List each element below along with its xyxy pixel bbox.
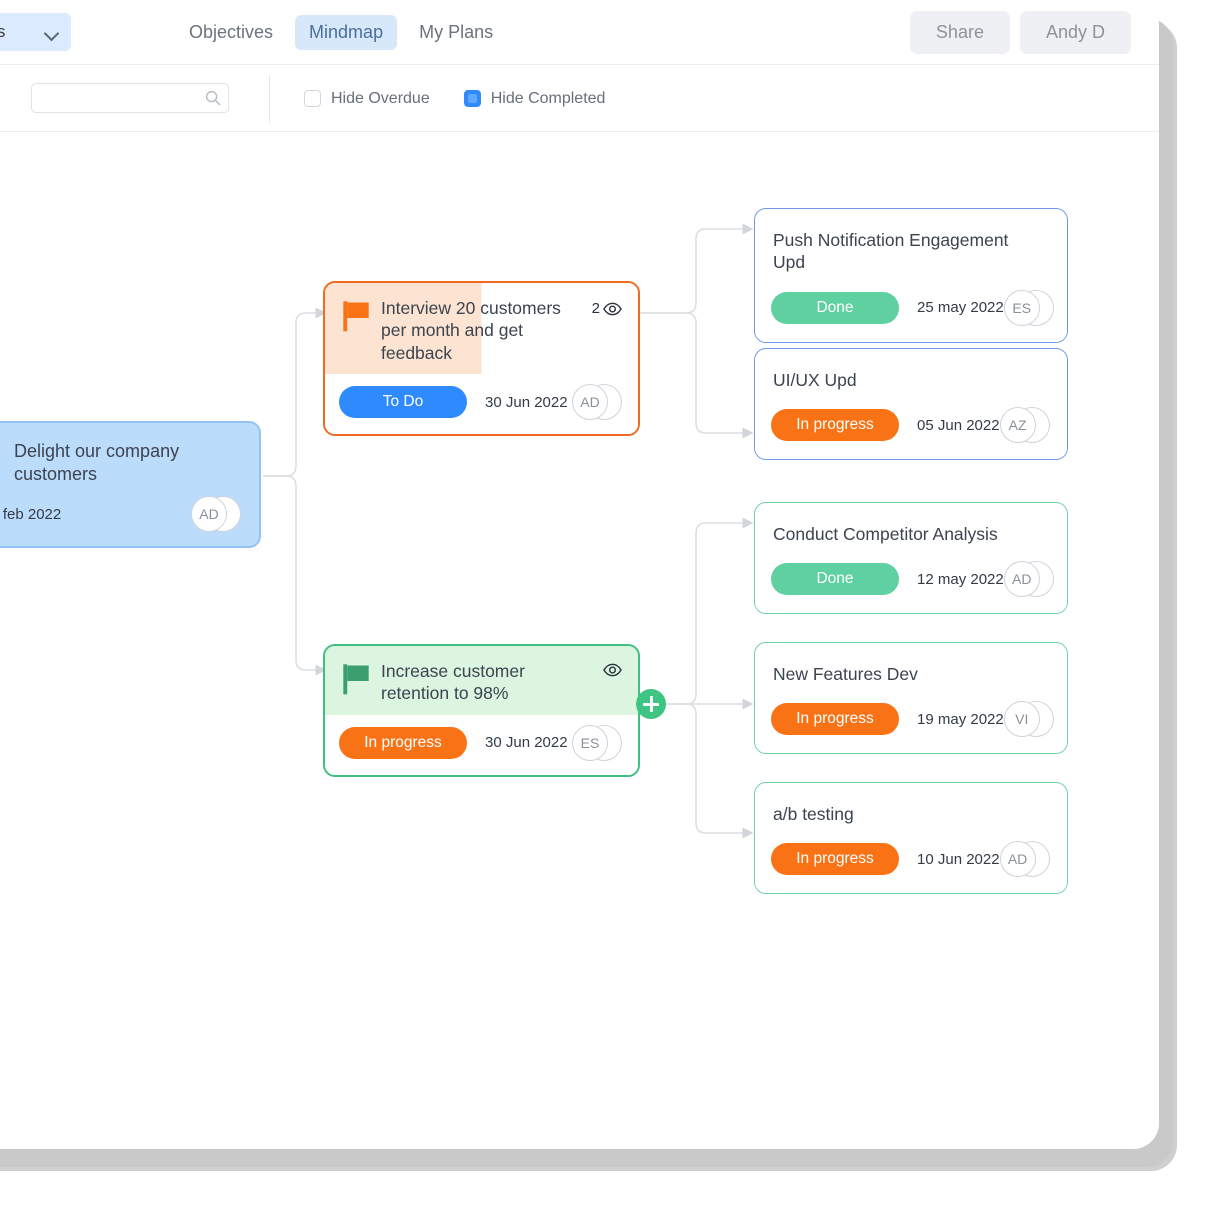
avatar: AZ xyxy=(999,407,1036,444)
status-badge[interactable]: Done xyxy=(771,563,899,596)
task-card-new-features[interactable]: New Features Dev In progress 19 may 2022… xyxy=(754,642,1068,755)
task-card-header: Push Notification Engagement Upd xyxy=(755,209,1067,280)
avatar: AD xyxy=(999,841,1036,878)
task-card-header: UI/UX Upd xyxy=(755,349,1067,397)
root-node-date: 18 feb 2022 xyxy=(0,505,62,523)
search-icon xyxy=(205,90,221,106)
task-card-footer: Done 25 may 2022 ES xyxy=(755,279,1067,342)
toolbar-divider xyxy=(269,75,270,123)
objective-interview-watchers[interactable]: 2 xyxy=(592,300,622,317)
filter-dropdown-label: iers xyxy=(0,22,6,41)
top-navigation-bar: iers Objectives Mindmap My Plans Share A… xyxy=(0,0,1159,65)
root-node-title: Delight our company customers xyxy=(14,441,180,485)
objective-interview-avatars[interactable]: AD xyxy=(572,384,624,421)
objective-interview-header: Interview 20 customers per month and get… xyxy=(325,283,638,375)
objective-interview-title: Interview 20 customers per month and get… xyxy=(381,298,561,363)
app-window: iers Objectives Mindmap My Plans Share A… xyxy=(0,0,1159,1149)
checkbox-hide-completed-box[interactable] xyxy=(463,90,481,107)
root-node-header: Delight our company customers xyxy=(0,423,259,496)
objective-retention-title: Increase customer retention to 98% xyxy=(381,661,525,704)
tab-bar: Objectives Mindmap My Plans xyxy=(175,0,507,65)
avatar: VI xyxy=(1003,701,1040,738)
mindmap-canvas[interactable]: Delight our company customers 18 feb 202… xyxy=(0,133,1159,1149)
tab-mindmap[interactable]: Mindmap xyxy=(295,15,398,50)
objective-node-interview[interactable]: Interview 20 customers per month and get… xyxy=(323,281,640,437)
task-card-date: 12 may 2022 xyxy=(917,570,1004,588)
status-badge[interactable]: To Do xyxy=(339,386,467,419)
watch-count: 2 xyxy=(591,300,600,317)
status-badge[interactable]: In progress xyxy=(771,409,899,442)
root-node-footer: 18 feb 2022 AD xyxy=(0,496,259,546)
task-card-date: 05 Jun 2022 xyxy=(917,416,1000,434)
task-card-competitor-analysis[interactable]: Conduct Competitor Analysis Done 12 may … xyxy=(754,502,1068,615)
task-card-avatars[interactable]: AD xyxy=(1003,561,1056,598)
share-button[interactable]: Share xyxy=(909,11,1010,54)
add-child-node-button[interactable] xyxy=(636,689,666,719)
avatar: AD xyxy=(572,384,608,421)
task-card-ui-ux[interactable]: UI/UX Upd In progress 05 Jun 2022 AZ xyxy=(754,348,1068,461)
task-card-ab-testing[interactable]: a/b testing In progress 10 Jun 2022 AD xyxy=(754,782,1068,895)
task-card-footer: In progress 19 may 2022 VI xyxy=(755,691,1067,754)
objective-retention-date: 30 Jun 2022 xyxy=(485,734,568,752)
task-card-header: New Features Dev xyxy=(755,643,1067,691)
checkbox-hide-overdue[interactable]: Hide Overdue xyxy=(304,90,430,108)
task-card-title: Push Notification Engagement Upd xyxy=(773,230,1009,273)
search-input[interactable] xyxy=(32,84,202,112)
checkbox-hide-overdue-box[interactable] xyxy=(304,90,321,107)
task-card-avatars[interactable]: AZ xyxy=(999,407,1052,444)
search-box[interactable] xyxy=(31,83,229,113)
avatar: ES xyxy=(572,724,608,761)
mindmap-root-node[interactable]: Delight our company customers 18 feb 202… xyxy=(0,421,261,549)
user-menu-button[interactable]: Andy D xyxy=(1019,11,1131,54)
task-card-date: 10 Jun 2022 xyxy=(917,850,1000,868)
eye-icon xyxy=(603,663,622,677)
root-node-avatars[interactable]: AD xyxy=(191,496,243,533)
task-card-title: New Features Dev xyxy=(773,664,918,684)
status-badge[interactable]: In progress xyxy=(339,726,467,759)
checkbox-group: Hide Overdue Hide Completed xyxy=(304,65,605,132)
task-card-header: a/b testing xyxy=(755,783,1067,831)
status-badge[interactable]: Done xyxy=(771,291,899,324)
flag-icon xyxy=(343,664,369,695)
status-badge[interactable]: In progress xyxy=(771,703,899,736)
objective-interview-date: 30 Jun 2022 xyxy=(485,393,568,411)
checkbox-hide-completed[interactable]: Hide Completed xyxy=(463,89,606,108)
tab-objectives[interactable]: Objectives xyxy=(175,15,287,50)
eye-icon xyxy=(603,302,622,315)
task-card-footer: In progress 05 Jun 2022 AZ xyxy=(755,397,1067,460)
top-bar-actions: Share Andy D xyxy=(909,0,1131,65)
filter-toolbar: Hide Overdue Hide Completed xyxy=(0,65,1159,132)
checkbox-hide-overdue-label: Hide Overdue xyxy=(331,89,430,107)
task-card-header: Conduct Competitor Analysis xyxy=(755,503,1067,551)
task-card-avatars[interactable]: AD xyxy=(999,841,1052,878)
task-card-title: UI/UX Upd xyxy=(773,370,857,390)
task-card-date: 25 may 2022 xyxy=(917,299,1004,317)
task-card-date: 19 may 2022 xyxy=(917,710,1004,728)
task-card-avatars[interactable]: VI xyxy=(1003,701,1056,738)
objective-retention-avatars[interactable]: ES xyxy=(572,724,624,761)
avatar: AD xyxy=(1003,561,1040,598)
objective-retention-header: Increase customer retention to 98% xyxy=(325,646,638,715)
flag-icon xyxy=(343,301,369,332)
task-card-avatars[interactable]: ES xyxy=(1003,289,1056,326)
task-card-footer: In progress 10 Jun 2022 AD xyxy=(755,831,1067,894)
objective-interview-footer: To Do 30 Jun 2022 AD xyxy=(325,374,638,435)
objective-retention-watchers[interactable] xyxy=(600,663,622,677)
task-card-push-notification[interactable]: Push Notification Engagement Upd Done 25… xyxy=(754,208,1068,343)
status-badge[interactable]: In progress xyxy=(771,843,899,876)
filter-dropdown[interactable]: iers xyxy=(0,13,71,51)
avatar: AD xyxy=(191,496,227,533)
tab-my-plans[interactable]: My Plans xyxy=(405,15,507,50)
chevron-down-icon xyxy=(45,28,59,37)
task-card-footer: Done 12 may 2022 AD xyxy=(755,551,1067,614)
task-card-title: Conduct Competitor Analysis xyxy=(773,524,998,544)
checkbox-hide-completed-label: Hide Completed xyxy=(490,89,606,107)
task-card-title: a/b testing xyxy=(773,804,854,824)
objective-retention-footer: In progress 30 Jun 2022 ES xyxy=(325,714,638,775)
avatar: ES xyxy=(1003,289,1040,326)
objective-node-retention[interactable]: Increase customer retention to 98% In pr… xyxy=(323,644,640,777)
